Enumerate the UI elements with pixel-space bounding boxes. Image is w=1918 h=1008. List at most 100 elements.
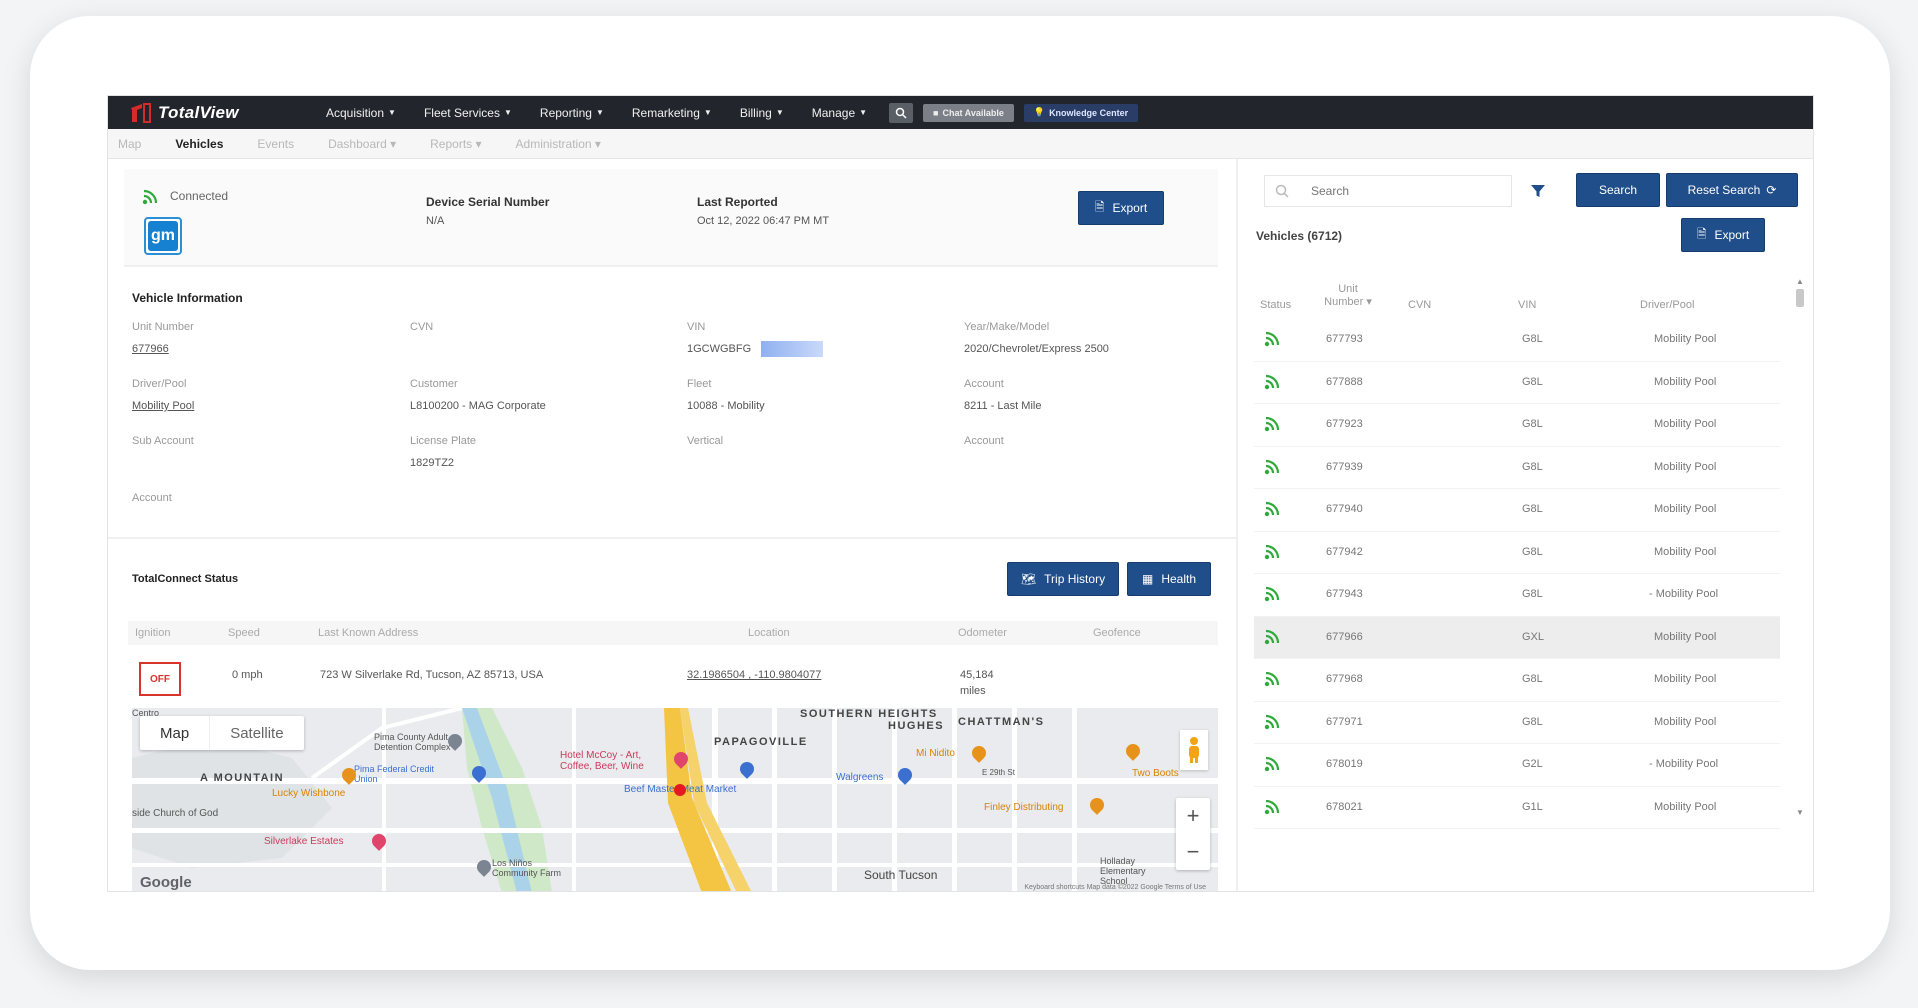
tab-administration[interactable]: Administration ▾ — [516, 137, 601, 151]
driver-pool-link[interactable]: Mobility Pool — [132, 400, 194, 412]
brand-logo[interactable]: TotalView — [128, 102, 298, 124]
table-row[interactable]: 678021 G1L Mobility Pool — [1254, 787, 1780, 829]
table-row[interactable]: 677942 G8L Mobility Pool — [1254, 532, 1780, 574]
table-row[interactable]: 678019 G2L - Mobility Pool — [1254, 744, 1780, 787]
ymm-value: 2020/Chevrolet/Express 2500 — [964, 343, 1109, 355]
chat-icon: ■ — [933, 107, 939, 118]
vehicle-list-scrollbar[interactable]: ▲ ▼ — [1796, 277, 1804, 817]
scroll-down-icon[interactable]: ▼ — [1796, 808, 1804, 817]
scroll-up-icon[interactable]: ▲ — [1796, 277, 1804, 286]
nav-acquisition-label: Acquisition — [326, 105, 385, 120]
signal-icon — [142, 189, 158, 205]
nav-fleet-services[interactable]: Fleet Services ▼ — [424, 106, 512, 120]
vertical-label: Vertical — [687, 435, 724, 447]
map-label-southern-heights: SOUTHERN HEIGHTS — [800, 708, 938, 720]
vehicle-search-input[interactable] — [1311, 184, 1491, 198]
row-driver: Mobility Pool — [1654, 630, 1717, 643]
health-button[interactable]: ▦ Health — [1127, 562, 1211, 596]
zoom-in-button[interactable]: + — [1187, 803, 1200, 829]
trip-history-label: Trip History — [1044, 572, 1106, 586]
tab-map[interactable]: Map — [118, 137, 141, 151]
nav-remarketing-label: Remarketing — [631, 105, 700, 120]
vehicles-export-button[interactable]: 🗎 Export — [1681, 218, 1765, 252]
map-label-walgreens: Walgreens — [836, 772, 884, 783]
customer-label: Customer — [410, 378, 458, 390]
zoom-out-button[interactable]: − — [1187, 839, 1200, 865]
signal-icon — [1264, 542, 1284, 563]
header-address: Last Known Address — [318, 627, 419, 639]
vehicles-count: Vehicles (6712) — [1256, 229, 1343, 243]
table-row[interactable]: 677923 G8L Mobility Pool — [1254, 404, 1780, 447]
search-button[interactable]: Search — [1576, 173, 1660, 207]
header-vin[interactable]: VIN — [1518, 299, 1536, 311]
header-status[interactable]: Status — [1260, 299, 1291, 311]
row-unit: 677793 — [1326, 333, 1363, 345]
tab-dashboard[interactable]: Dashboard ▾ — [328, 137, 396, 151]
device-export-button[interactable]: 🗎 Export — [1078, 191, 1164, 225]
tab-vehicles[interactable]: Vehicles — [175, 137, 223, 151]
table-row[interactable]: 677943 G8L - Mobility Pool — [1254, 574, 1780, 617]
row-driver: Mobility Pool — [1654, 333, 1717, 345]
table-row[interactable]: 677968 G8L Mobility Pool — [1254, 659, 1780, 702]
reset-search-button[interactable]: Reset Search ⟳ — [1666, 173, 1798, 207]
table-row[interactable]: 677971 G8L Mobility Pool — [1254, 702, 1780, 744]
map-attribution[interactable]: Keyboard shortcuts Map data ©2022 Google… — [1024, 884, 1206, 891]
nav-acquisition[interactable]: Acquisition ▼ — [326, 106, 396, 120]
map-type-satellite[interactable]: Satellite — [209, 716, 303, 750]
nav-manage[interactable]: Manage ▼ — [812, 106, 867, 120]
unit-number-link[interactable]: 677966 — [132, 343, 169, 355]
table-row[interactable]: 677888 G8L Mobility Pool — [1254, 362, 1780, 404]
street-view-pegman-icon[interactable] — [1180, 730, 1208, 770]
row-vin: G1L — [1522, 800, 1543, 813]
tab-events[interactable]: Events — [257, 137, 294, 151]
knowledge-center-button[interactable]: 💡 Knowledge Center — [1023, 103, 1139, 122]
location-link[interactable]: 32.1986504 , -110.9804077 — [687, 669, 821, 681]
header-unit-number[interactable]: Unit Number ▾ — [1320, 283, 1376, 308]
scrollbar-thumb[interactable] — [1796, 289, 1804, 307]
table-row[interactable]: 677939 G8L Mobility Pool — [1254, 447, 1780, 489]
row-vin: G8L — [1522, 333, 1543, 345]
serial-value: N/A — [426, 215, 445, 227]
header-location: Location — [748, 627, 790, 639]
signal-icon — [1264, 754, 1284, 775]
section-divider — [108, 537, 1238, 539]
customer-value: L8100200 - MAG Corporate — [410, 400, 546, 412]
filter-icon[interactable] — [1530, 183, 1546, 204]
map-type-map[interactable]: Map — [140, 716, 209, 750]
table-row-selected[interactable]: 677966 GXL Mobility Pool — [1254, 616, 1780, 659]
row-vin: G8L — [1522, 673, 1543, 685]
chat-available-button[interactable]: ■ Chat Available — [923, 103, 1014, 122]
header-driver-pool[interactable]: Driver/Pool — [1640, 299, 1694, 311]
brand-mark-icon — [128, 102, 152, 124]
address-value: 723 W Silverlake Rd, Tucson, AZ 85713, U… — [320, 669, 544, 681]
map-label-mi-nidito: Mi Nidito — [916, 748, 955, 759]
speed-value: 0 mph — [232, 669, 263, 681]
row-vin: G8L — [1522, 460, 1543, 473]
global-search-button[interactable] — [889, 102, 914, 123]
row-vin: GXL — [1522, 630, 1545, 643]
row-unit: 677923 — [1326, 418, 1363, 430]
nav-reporting[interactable]: Reporting ▼ — [540, 106, 604, 120]
chevron-down-icon: ▼ — [503, 108, 512, 117]
sub-navbar: Map Vehicles Events Dashboard ▾ Reports … — [108, 129, 1813, 159]
health-label: Health — [1161, 572, 1197, 586]
nav-remarketing[interactable]: Remarketing ▼ — [632, 106, 712, 120]
sub-account-label: Sub Account — [132, 435, 194, 447]
map-label-a-mountain: A MOUNTAIN — [200, 772, 285, 784]
row-vin: G8L — [1522, 588, 1543, 600]
tab-reports[interactable]: Reports ▾ — [430, 137, 481, 151]
row-driver: Mobility Pool — [1654, 375, 1717, 388]
vin-redaction — [761, 341, 823, 357]
header-cvn[interactable]: CVN — [1408, 299, 1431, 311]
vehicle-map[interactable]: Map Satellite SOUTHERN HEIGHTS HUGHES CH… — [132, 708, 1218, 891]
trip-history-button[interactable]: 🗺 Trip History — [1007, 562, 1119, 596]
device-summary: Connected gm Device Serial Number N/A La… — [124, 169, 1218, 267]
table-row[interactable]: 677793 G8L Mobility Pool — [1254, 319, 1780, 362]
nav-billing[interactable]: Billing ▼ — [740, 106, 784, 120]
row-unit: 677939 — [1326, 460, 1363, 473]
vehicle-location-marker[interactable] — [674, 784, 686, 796]
row-vin: G8L — [1522, 545, 1543, 558]
table-row[interactable]: 677940 G8L Mobility Pool — [1254, 489, 1780, 532]
row-unit: 677966 — [1326, 630, 1363, 643]
map-label-hotel-mccoy: Hotel McCoy - Art, Coffee, Beer, Wine — [560, 750, 644, 772]
